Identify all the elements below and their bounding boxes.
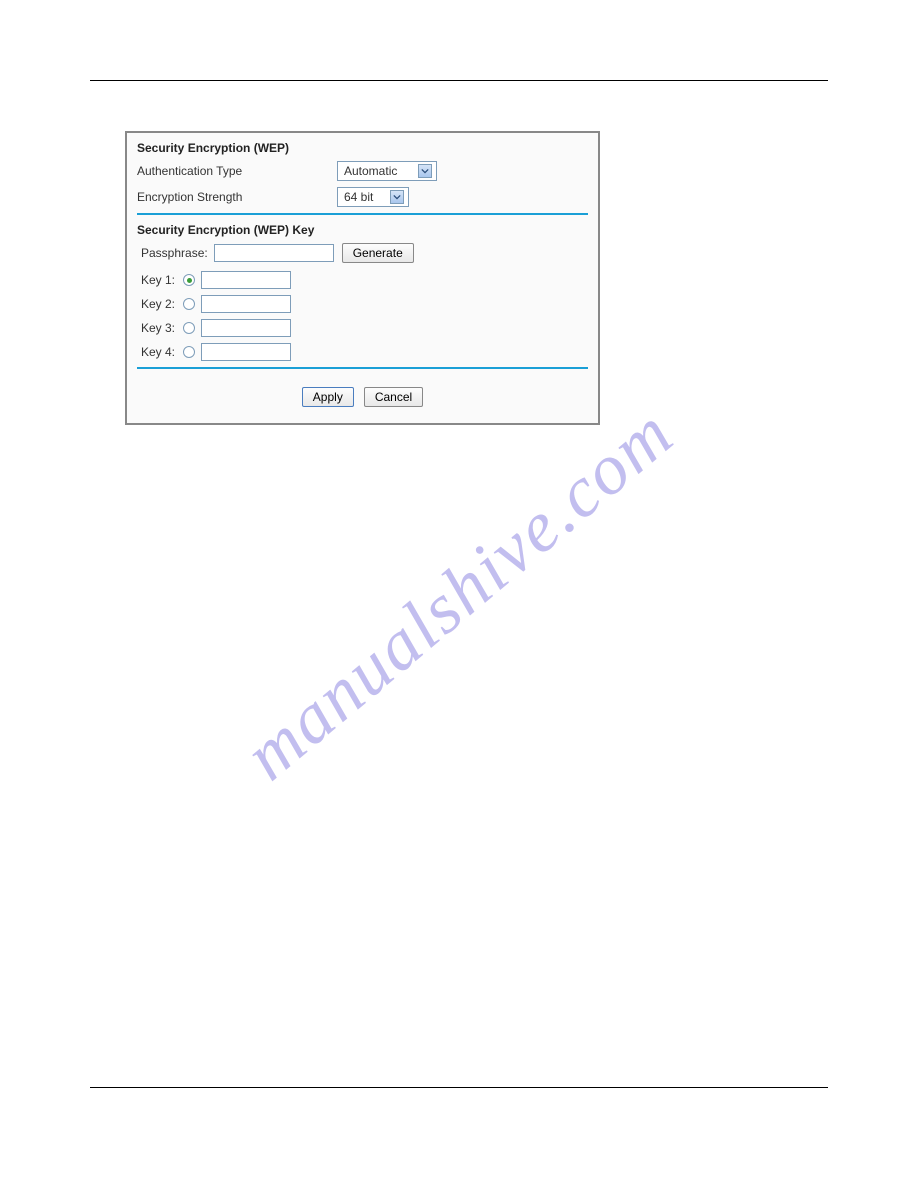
section-divider <box>137 213 588 215</box>
key-label: Key 4: <box>141 345 183 359</box>
apply-button[interactable]: Apply <box>302 387 354 407</box>
section-heading-wep-key: Security Encryption (WEP) Key <box>137 223 588 237</box>
key-row: Key 1: <box>141 271 588 289</box>
auth-type-select[interactable]: Automatic <box>337 161 437 181</box>
key-label: Key 3: <box>141 321 183 335</box>
key-4-input[interactable] <box>201 343 291 361</box>
key-4-radio[interactable] <box>183 346 195 358</box>
button-row: Apply Cancel <box>137 377 588 413</box>
section-divider <box>137 367 588 369</box>
generate-button[interactable]: Generate <box>342 243 414 263</box>
page-content: Security Encryption (WEP) Authentication… <box>0 0 918 505</box>
enc-strength-label: Encryption Strength <box>137 190 337 204</box>
key-1-radio[interactable] <box>183 274 195 286</box>
config-panel: Security Encryption (WEP) Authentication… <box>125 131 600 425</box>
auth-type-value: Automatic <box>344 164 414 178</box>
chevron-down-icon <box>418 164 432 178</box>
passphrase-row: Passphrase: Generate <box>141 243 588 263</box>
top-divider <box>90 80 828 81</box>
section-heading-wep: Security Encryption (WEP) <box>137 141 588 155</box>
key-3-radio[interactable] <box>183 322 195 334</box>
auth-type-label: Authentication Type <box>137 164 337 178</box>
key-3-input[interactable] <box>201 319 291 337</box>
enc-strength-row: Encryption Strength 64 bit <box>137 187 588 207</box>
key-row: Key 3: <box>141 319 588 337</box>
key-row: Key 4: <box>141 343 588 361</box>
auth-type-row: Authentication Type Automatic <box>137 161 588 181</box>
bottom-divider <box>90 1087 828 1088</box>
key-2-radio[interactable] <box>183 298 195 310</box>
passphrase-label: Passphrase: <box>141 246 208 260</box>
key-1-input[interactable] <box>201 271 291 289</box>
chevron-down-icon <box>390 190 404 204</box>
key-label: Key 2: <box>141 297 183 311</box>
enc-strength-select[interactable]: 64 bit <box>337 187 409 207</box>
enc-strength-value: 64 bit <box>344 190 386 204</box>
cancel-button[interactable]: Cancel <box>364 387 423 407</box>
key-row: Key 2: <box>141 295 588 313</box>
key-2-input[interactable] <box>201 295 291 313</box>
key-label: Key 1: <box>141 273 183 287</box>
passphrase-input[interactable] <box>214 244 334 262</box>
